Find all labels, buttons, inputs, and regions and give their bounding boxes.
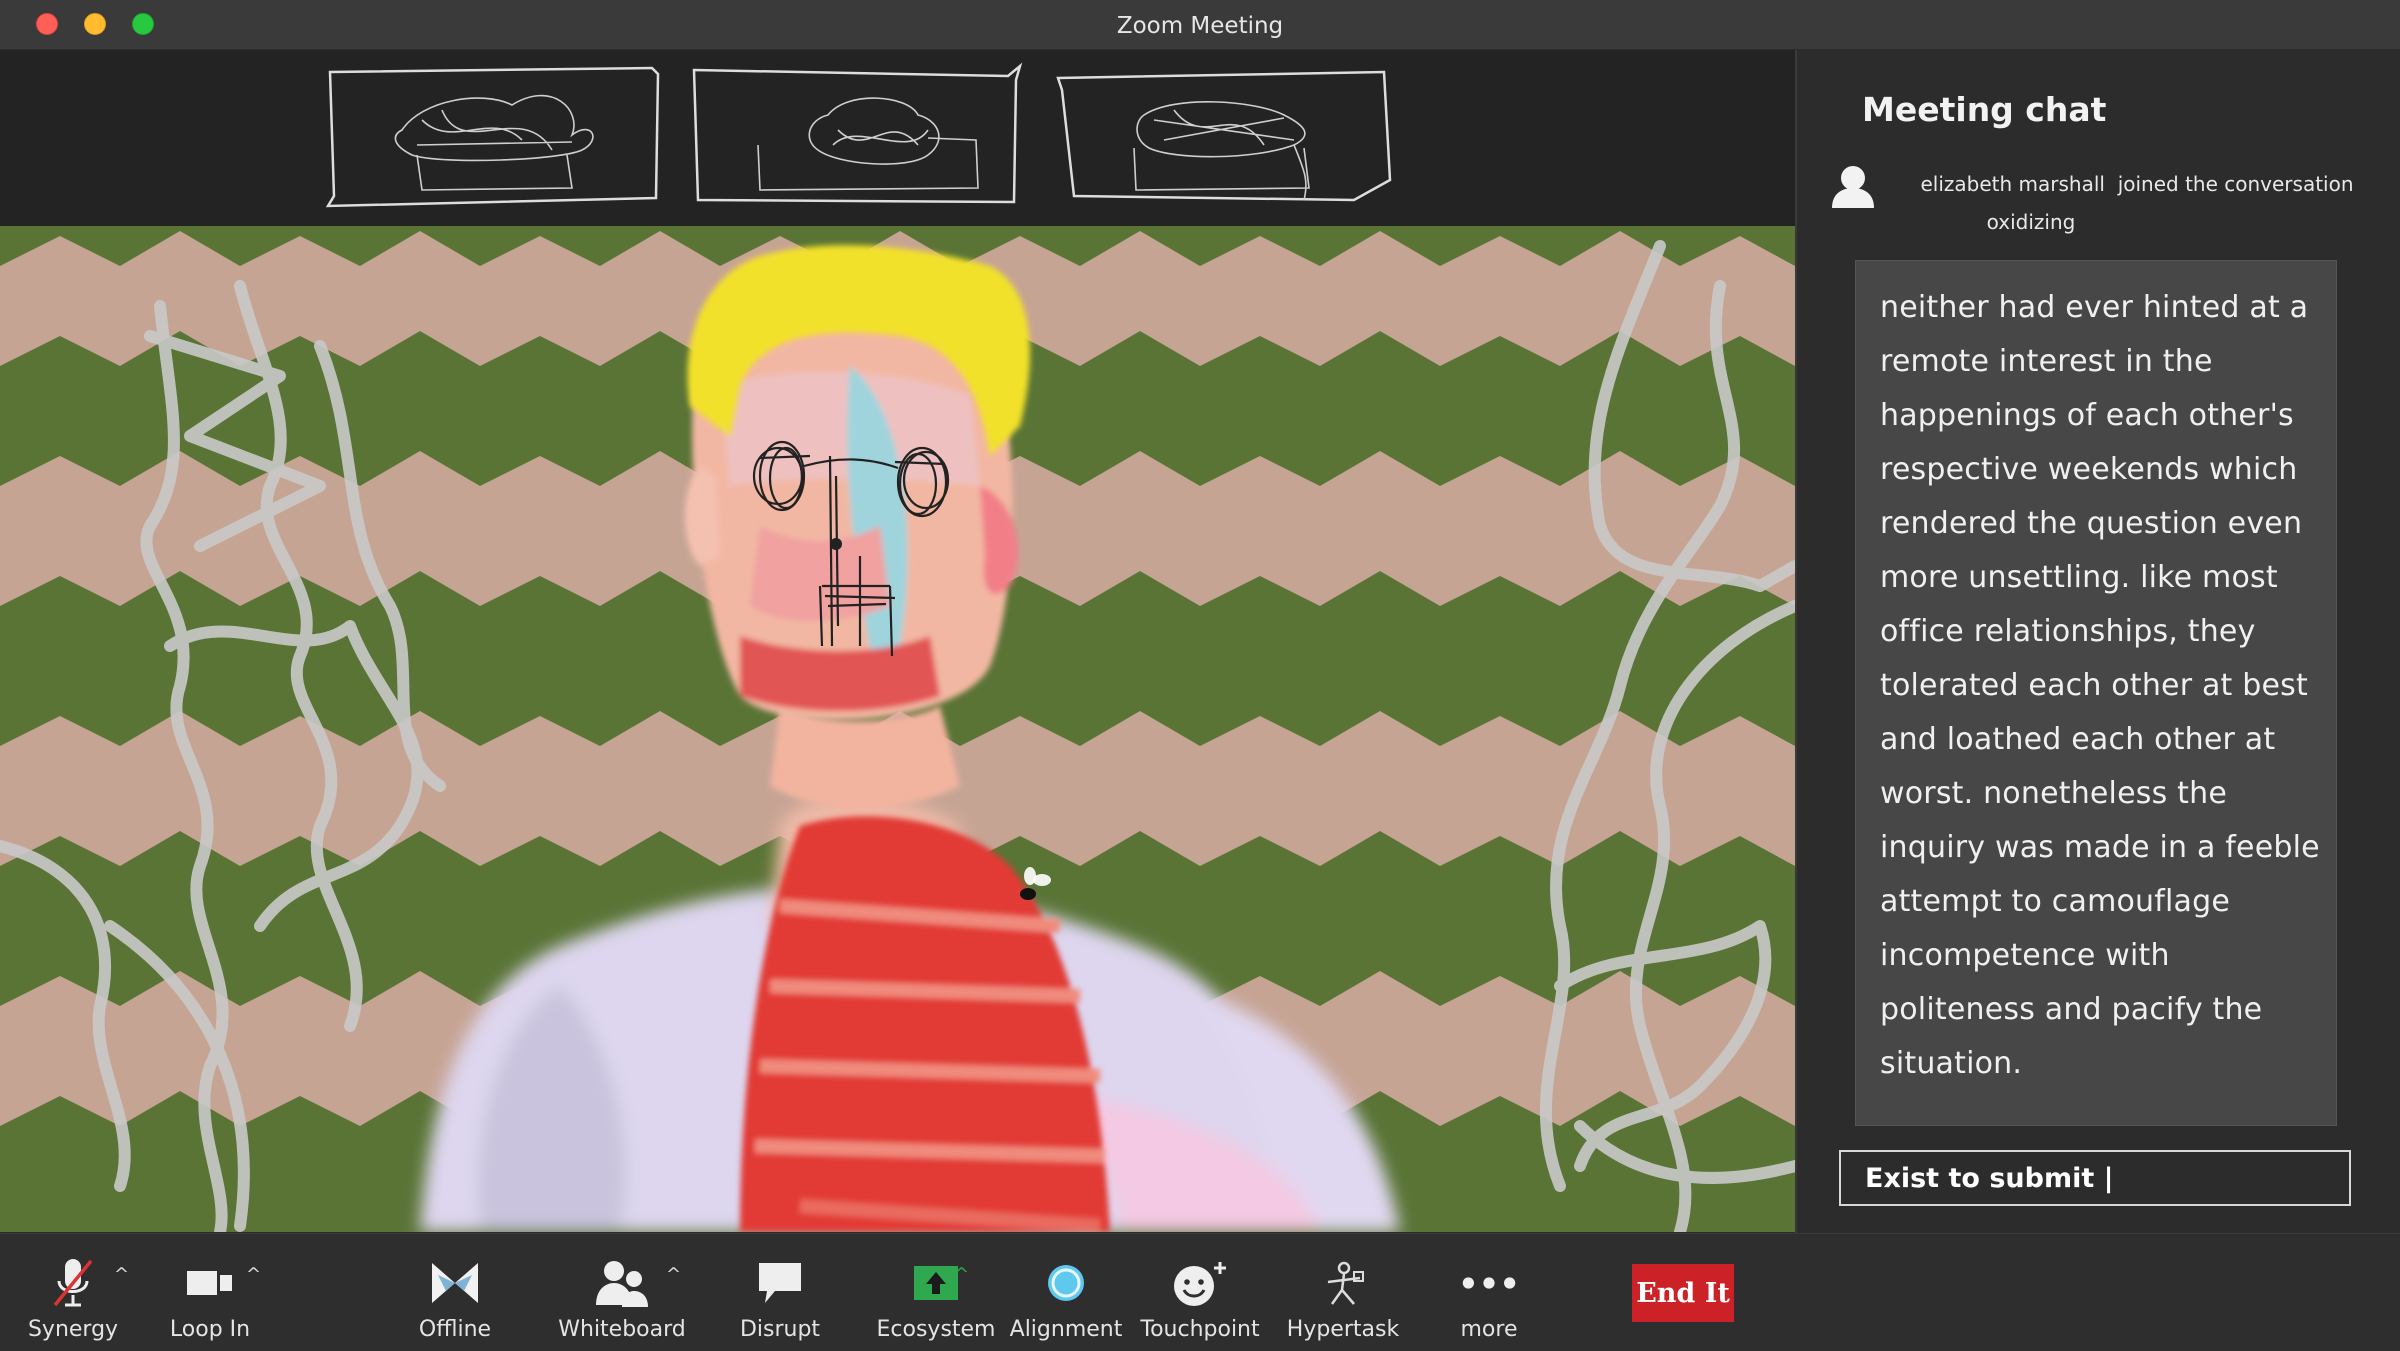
join-status: oxidizing bbox=[1986, 210, 2076, 234]
end-meeting-button[interactable]: End It bbox=[1632, 1264, 1734, 1322]
participant-thumbnail-strip bbox=[0, 50, 1795, 226]
synergy-label: Synergy bbox=[27, 1317, 119, 1342]
main-video bbox=[0, 226, 1795, 1232]
user-avatar-icon bbox=[1832, 166, 1874, 208]
offline-button[interactable]: Offline bbox=[410, 1234, 500, 1351]
alignment-label: Alignment bbox=[1009, 1317, 1123, 1342]
disrupt-label: Disrupt bbox=[739, 1317, 821, 1342]
whiteboard-options-caret[interactable]: ^ bbox=[666, 1264, 681, 1285]
chat-message-text: neither had ever hinted at a remote inte… bbox=[1880, 290, 2320, 1081]
disrupt-button[interactable]: Disrupt bbox=[735, 1234, 825, 1351]
video-camera-icon bbox=[180, 1255, 240, 1311]
loop-in-label: Loop In bbox=[169, 1317, 251, 1342]
chat-panel: Meeting chat elizabeth marshall joined t… bbox=[1795, 50, 2400, 1233]
loop-in-button[interactable]: Loop In bbox=[160, 1234, 260, 1351]
whiteboard-button[interactable]: Whiteboard bbox=[558, 1234, 686, 1351]
loop-in-options-caret[interactable]: ^ bbox=[246, 1264, 261, 1285]
synergy-options-caret[interactable]: ^ bbox=[114, 1264, 129, 1285]
join-notice: elizabeth marshall joined the conversati… bbox=[1897, 172, 2377, 196]
more-label: more bbox=[1460, 1317, 1518, 1342]
circle-icon bbox=[1036, 1255, 1096, 1311]
synergy-button[interactable]: Synergy bbox=[28, 1234, 118, 1351]
alignment-button[interactable]: Alignment bbox=[1010, 1234, 1122, 1351]
touchpoint-label: Touchpoint bbox=[1140, 1317, 1260, 1342]
participant-thumbnail-1[interactable] bbox=[322, 60, 662, 210]
chat-message-box: neither had ever hinted at a remote inte… bbox=[1855, 260, 2337, 1126]
bowtie-icon bbox=[425, 1255, 485, 1311]
title-bar: Zoom Meeting bbox=[0, 0, 2400, 50]
ecosystem-options-caret[interactable]: ^ bbox=[954, 1264, 969, 1285]
smiley-plus-icon bbox=[1170, 1255, 1230, 1311]
ecosystem-label: Ecosystem bbox=[876, 1317, 996, 1342]
join-user-name: elizabeth marshall bbox=[1920, 172, 2105, 196]
ellipsis-icon bbox=[1459, 1255, 1519, 1311]
hypertask-button[interactable]: Hypertask bbox=[1284, 1234, 1402, 1351]
people-icon bbox=[592, 1255, 652, 1311]
speech-bubble-icon bbox=[750, 1255, 810, 1311]
join-action-text: joined the conversation bbox=[2117, 172, 2354, 196]
hypertask-label: Hypertask bbox=[1286, 1317, 1400, 1342]
more-button[interactable]: more bbox=[1444, 1234, 1534, 1351]
meeting-toolbar: Synergy ^ Loop In ^ Offline Whiteboard ^… bbox=[0, 1233, 2400, 1351]
whiteboard-label: Whiteboard bbox=[558, 1317, 686, 1342]
chat-title: Meeting chat bbox=[1862, 90, 2107, 129]
chat-input[interactable] bbox=[1839, 1150, 2351, 1206]
muted-microphone-icon bbox=[43, 1255, 103, 1311]
window-title: Zoom Meeting bbox=[1116, 13, 1284, 39]
touchpoint-button[interactable]: Touchpoint bbox=[1140, 1234, 1260, 1351]
offline-label: Offline bbox=[418, 1317, 492, 1342]
participant-thumbnail-3[interactable] bbox=[1054, 60, 1394, 210]
participant-thumbnail-2[interactable] bbox=[688, 60, 1028, 210]
stick-figure-icon bbox=[1313, 1255, 1373, 1311]
painted-speaker-video bbox=[0, 226, 1795, 1232]
ecosystem-button[interactable]: Ecosystem bbox=[876, 1234, 996, 1351]
